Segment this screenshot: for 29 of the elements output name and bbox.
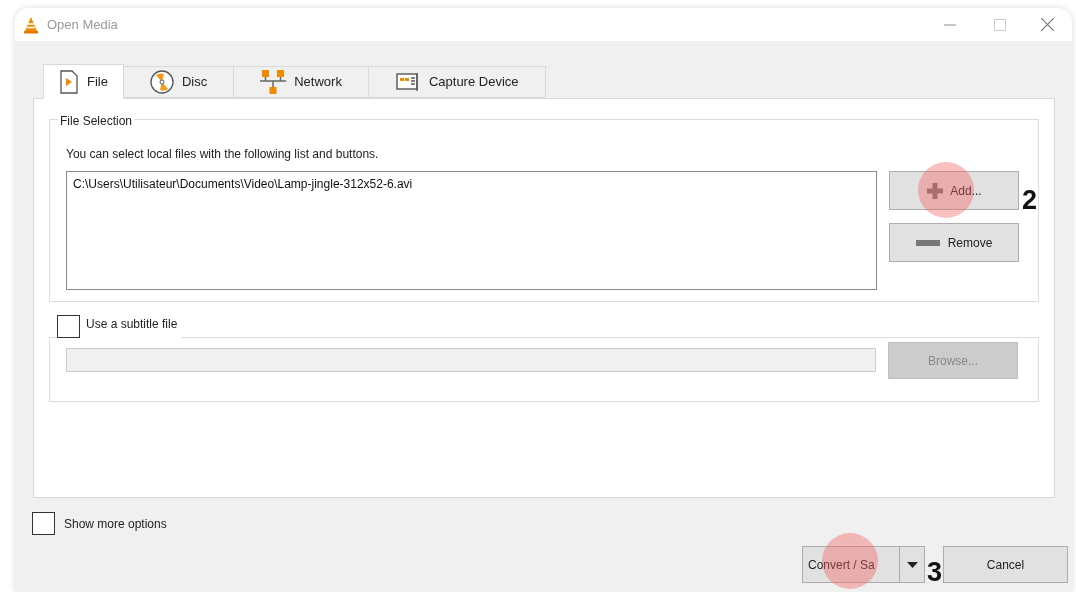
step-number: 3 [927, 559, 943, 586]
tab[interactable]: Disc [123, 66, 235, 98]
traffic-cone-icon [23, 15, 39, 34]
disc-icon [149, 70, 174, 94]
tab[interactable]: Capture Device [368, 66, 546, 98]
minus-icon [915, 239, 940, 246]
step-number: 2 [1022, 187, 1038, 214]
tab[interactable]: File [43, 64, 124, 99]
dropdown-button[interactable] [900, 546, 925, 583]
network-icon [260, 69, 287, 95]
subtitle-path-field[interactable] [66, 348, 876, 372]
checkbox-label: Show more options [64, 515, 167, 533]
caret-icon [906, 561, 918, 568]
cancel-button[interactable]: Cancel [943, 546, 1068, 583]
file-icon [59, 69, 79, 94]
file-list-item[interactable]: C:\Users\Utilisateur\Documents\Video\Lamp-jingle-312x52-6.avi [73, 175, 870, 193]
add-button[interactable]: Add... [889, 171, 1019, 210]
checkbox[interactable] [32, 512, 55, 535]
checkbox-label: Use a subtitle file [86, 316, 178, 333]
convert-button[interactable]: Convert / Sa [802, 546, 900, 583]
file-list[interactable]: C:\Users\Utilisateur\Documents\Video\Lamp-jingle-312x52-6.avi [66, 171, 877, 290]
checkbox[interactable] [57, 315, 80, 338]
hint-text: You can select local files with the following list and buttons. [66, 146, 380, 163]
remove-button[interactable]: Remove [889, 223, 1019, 262]
window-title: Open Media [47, 15, 118, 34]
plus-icon [926, 181, 945, 200]
tab[interactable]: Network [234, 66, 369, 98]
close-icon[interactable] [1041, 18, 1054, 31]
capture-card-icon [394, 71, 421, 93]
